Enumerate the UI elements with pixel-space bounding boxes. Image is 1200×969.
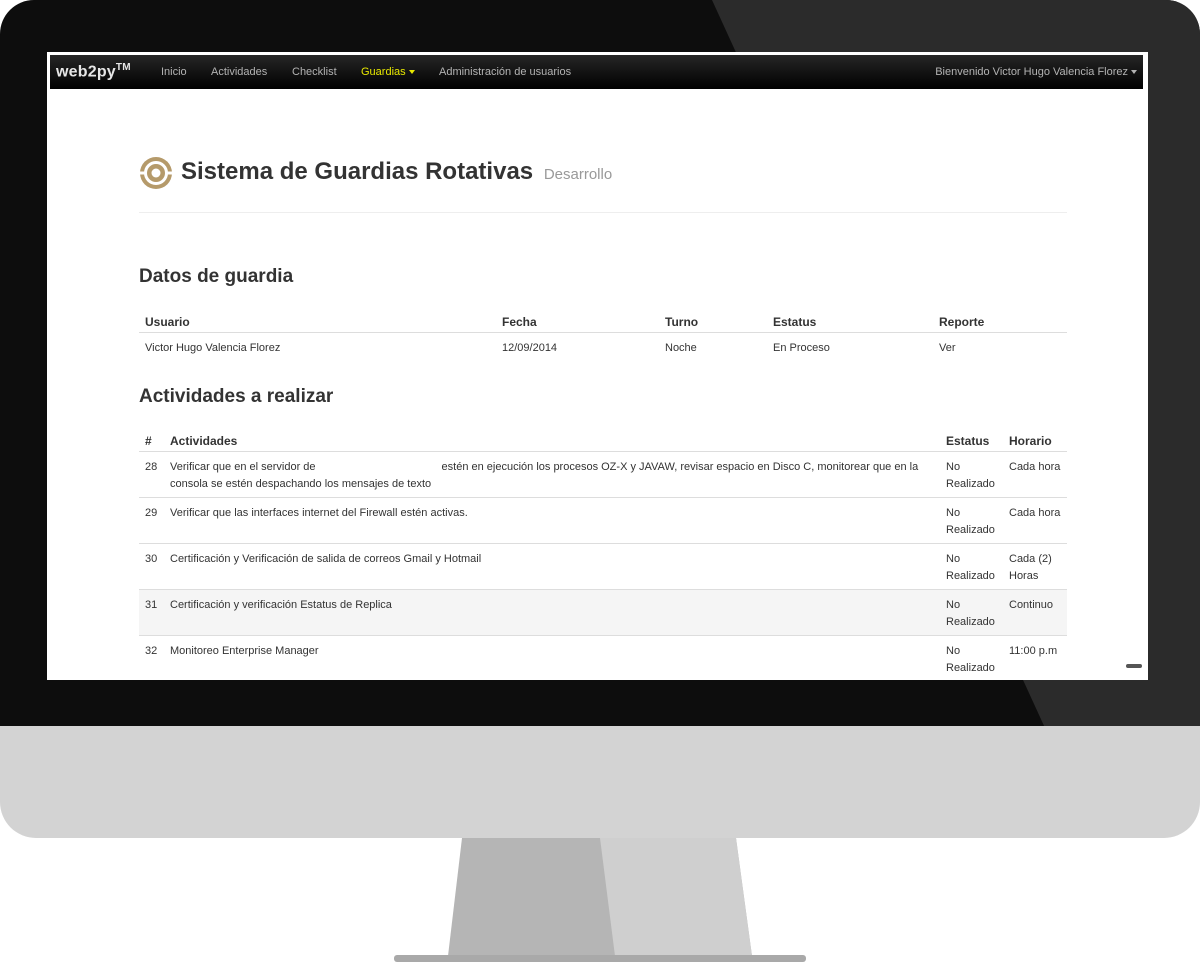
activity-number: 28 xyxy=(139,451,164,498)
user-menu[interactable]: Bienvenido Victor Hugo Valencia Florez xyxy=(935,66,1137,78)
column-header-horario: Horario xyxy=(1003,428,1067,452)
table-row: 32 Monitoreo Enterprise Manager No Reali… xyxy=(139,635,1067,680)
monitor-stand xyxy=(394,838,806,962)
screen: web2pyTM Inicio Actividades Checklist Gu… xyxy=(47,52,1148,680)
guard-data-table: Usuario Fecha Turno Estatus Reporte Vict… xyxy=(139,308,1067,363)
caret-down-icon xyxy=(408,70,415,75)
activity-status: No Realizado xyxy=(940,635,1003,680)
nav-item-administracion-usuarios[interactable]: Administración de usuarios xyxy=(439,66,571,78)
column-header-estatus: Estatus xyxy=(940,428,1003,452)
column-header-usuario: Usuario xyxy=(139,308,496,333)
welcome-text: Bienvenido Victor Hugo Valencia Florez xyxy=(935,66,1128,78)
column-header-reporte: Reporte xyxy=(933,308,1067,333)
table-row: 29 Verificar que las interfaces internet… xyxy=(139,497,1067,544)
caret-down-icon xyxy=(1131,70,1137,75)
activity-status: No Realizado xyxy=(940,589,1003,636)
table-row: 30 Certificación y Verificación de salid… xyxy=(139,543,1067,590)
page-title: Sistema de Guardias Rotativas Desarrollo xyxy=(181,158,613,185)
column-header-estatus: Estatus xyxy=(767,308,933,333)
table-row: 28 Verificar que en el servidor de estén … xyxy=(139,451,1067,498)
table-row: Victor Hugo Valencia Florez 12/09/2014 N… xyxy=(139,333,1067,364)
column-header-actividades: Actividades xyxy=(164,428,940,452)
activity-number: 29 xyxy=(139,497,164,544)
section-title-guardia: Datos de guardia xyxy=(139,266,294,287)
nav-item-guardias[interactable]: Guardias xyxy=(361,66,415,78)
nav-item-checklist[interactable]: Checklist xyxy=(292,66,337,78)
activity-status: No Realizado xyxy=(940,497,1003,544)
brand-logo[interactable]: web2pyTM xyxy=(56,62,131,81)
guard-estatus: En Proceso xyxy=(773,342,830,354)
column-header-fecha: Fecha xyxy=(496,308,659,333)
activity-schedule: Cada hora xyxy=(1003,497,1067,544)
gear-logo-icon xyxy=(139,157,173,189)
activity-schedule: Cada hora xyxy=(1003,451,1067,498)
nav-item-actividades[interactable]: Actividades xyxy=(211,66,267,78)
activity-status: No Realizado xyxy=(940,451,1003,498)
scroll-to-top-button[interactable] xyxy=(1126,664,1142,668)
nav-item-guardias-label: Guardias xyxy=(361,66,406,78)
guard-usuario: Victor Hugo Valencia Florez xyxy=(145,342,281,354)
activity-link[interactable]: Verificar que en el servidor de estén en … xyxy=(164,451,940,498)
page-subtitle: Desarrollo xyxy=(543,166,613,183)
activity-status: No Realizado xyxy=(940,543,1003,590)
activity-schedule: Continuo xyxy=(1003,589,1067,636)
table-row: 31 Certificación y verificación Estatus … xyxy=(139,589,1067,636)
activity-link[interactable]: Certificación y verificación Estatus de … xyxy=(164,589,940,636)
activities-table: # Actividades Estatus Horario 28 Verific… xyxy=(139,428,1067,680)
nav-item-inicio[interactable]: Inicio xyxy=(161,66,187,78)
top-navbar: web2pyTM Inicio Actividades Checklist Gu… xyxy=(50,55,1143,89)
activity-number: 30 xyxy=(139,543,164,590)
monitor-chin xyxy=(0,726,1200,838)
guard-reporte-link[interactable]: Ver xyxy=(933,333,1067,364)
activity-number: 32 xyxy=(139,635,164,680)
activity-number: 31 xyxy=(139,589,164,636)
activity-link[interactable]: Monitoreo Enterprise Manager xyxy=(164,635,940,680)
activity-schedule: 11:00 p.m xyxy=(1003,635,1067,680)
guard-turno-link[interactable]: Noche xyxy=(659,333,767,364)
header-divider xyxy=(139,212,1067,213)
guard-fecha: 12/09/2014 xyxy=(502,342,558,354)
activity-schedule: Cada (2) Horas xyxy=(1003,543,1067,590)
activity-link[interactable]: Verificar que las interfaces internet de… xyxy=(164,497,940,544)
column-header-number: # xyxy=(139,428,164,452)
activity-link[interactable]: Certificación y Verificación de salida d… xyxy=(164,543,940,590)
section-title-actividades: Actividades a realizar xyxy=(139,386,334,407)
column-header-turno: Turno xyxy=(659,308,767,333)
